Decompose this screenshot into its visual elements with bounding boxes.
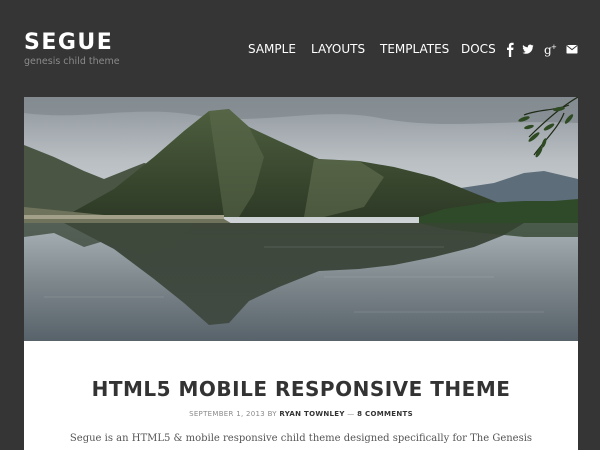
- featured-image[interactable]: [24, 97, 578, 341]
- meta-separator: —: [347, 410, 355, 418]
- facebook-icon[interactable]: [506, 40, 514, 58]
- post-date: SEPTEMBER 1, 2013: [189, 410, 266, 418]
- site-title[interactable]: SEGUE: [24, 30, 113, 56]
- email-icon[interactable]: [566, 40, 578, 58]
- site-description: genesis child theme: [24, 56, 120, 67]
- nav-item-layouts[interactable]: LAYOUTS: [311, 40, 365, 58]
- post-title[interactable]: HTML5 MOBILE RESPONSIVE THEME: [24, 377, 578, 401]
- twitter-icon[interactable]: [522, 40, 534, 58]
- nav-item-templates[interactable]: TEMPLATES: [380, 40, 449, 58]
- page: SEGUE genesis child theme SAMPLE LAYOUTS…: [0, 0, 600, 450]
- svg-text:+: +: [551, 43, 557, 51]
- post-excerpt: Segue is an HTML5 & mobile responsive ch…: [69, 433, 533, 444]
- post-author-link[interactable]: RYAN TOWNLEY: [279, 410, 344, 418]
- post-comments-link[interactable]: 8 COMMENTS: [357, 410, 413, 418]
- post-card: HTML5 MOBILE RESPONSIVE THEME SEPTEMBER …: [24, 341, 578, 450]
- post-meta: SEPTEMBER 1, 2013 BY RYAN TOWNLEY — 8 CO…: [24, 410, 578, 418]
- nav-item-sample[interactable]: SAMPLE: [248, 40, 296, 58]
- google-plus-icon[interactable]: g +: [544, 40, 557, 58]
- nav-item-docs[interactable]: DOCS: [461, 40, 496, 58]
- post-by: BY: [267, 410, 277, 418]
